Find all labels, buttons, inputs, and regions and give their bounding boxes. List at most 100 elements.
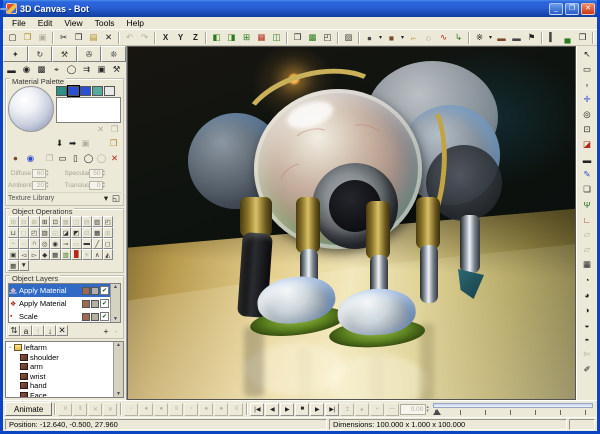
record-button[interactable]: ● bbox=[214, 403, 228, 416]
toolbar-button[interactable]: ▤ bbox=[86, 31, 101, 45]
object-operation-button[interactable]: ☀ bbox=[82, 249, 93, 260]
object-operation-button[interactable]: ⊠ bbox=[29, 216, 40, 227]
toolbar-button[interactable]: ▦ bbox=[254, 31, 269, 45]
right-tool-button[interactable]: ▬ bbox=[579, 152, 596, 167]
object-operation-button[interactable]: ⊟ bbox=[82, 227, 93, 238]
object-operation-button[interactable]: ∸ bbox=[8, 238, 19, 249]
toolbar-button[interactable]: ■ bbox=[384, 31, 399, 45]
layer-pm-button[interactable]: + bbox=[101, 326, 111, 336]
toolbar-button[interactable]: ⌐ bbox=[406, 31, 421, 45]
object-operation-button[interactable]: ◪ bbox=[61, 227, 72, 238]
material-arrow-button[interactable]: ▣ bbox=[79, 136, 92, 150]
menu-item[interactable]: Edit bbox=[32, 18, 59, 28]
right-tool-button[interactable]: ◪ bbox=[579, 137, 596, 152]
toolbar-button[interactable] bbox=[52, 32, 54, 44]
toolbar-button[interactable]: X bbox=[158, 31, 173, 45]
material-shape-button[interactable]: ✕ bbox=[108, 151, 121, 165]
tree-item[interactable]: shoulder bbox=[6, 353, 113, 363]
object-operation-button[interactable]: ◻ bbox=[19, 227, 30, 238]
toolbar-button[interactable]: ▨ bbox=[341, 31, 356, 45]
toolbar-button[interactable]: ⚑ bbox=[524, 31, 539, 45]
right-tool-button[interactable]: ◑ bbox=[579, 302, 596, 317]
right-tool-button[interactable]: ⊡ bbox=[579, 122, 596, 137]
material-shape-button[interactable]: ◯ bbox=[95, 151, 108, 165]
right-tool-button[interactable]: ↖ bbox=[579, 47, 596, 62]
toolbar-button[interactable]: ▾ bbox=[399, 31, 406, 45]
minimize-button[interactable]: _ bbox=[549, 3, 563, 15]
right-tool-button[interactable]: ▦ bbox=[579, 257, 596, 272]
record-button[interactable]: ● bbox=[154, 403, 168, 416]
object-operation-button[interactable]: ◩ bbox=[71, 227, 82, 238]
toolbar-button[interactable]: ● bbox=[362, 31, 377, 45]
right-tool-button[interactable]: ▭ bbox=[579, 62, 596, 77]
layer-swatch-1[interactable] bbox=[82, 313, 90, 321]
frame-spinner[interactable]: ▴▾ bbox=[426, 405, 429, 413]
toolbar-button[interactable]: ✕ bbox=[101, 31, 116, 45]
toolbar-button[interactable]: ◙ bbox=[596, 31, 597, 45]
toolbar-button[interactable]: ◰ bbox=[320, 31, 335, 45]
object-operation-button[interactable]: ◫ bbox=[71, 216, 82, 227]
right-tool-button[interactable]: ▫ bbox=[579, 77, 596, 92]
keyframe-button[interactable]: ✕ bbox=[88, 403, 102, 416]
extra-anim-button[interactable]: ↥ bbox=[340, 403, 354, 416]
right-tool-button[interactable]: ◎ bbox=[579, 107, 596, 122]
panel-tool-button[interactable]: ⚒ bbox=[109, 63, 124, 77]
toolbar-button[interactable] bbox=[337, 32, 339, 44]
material-swatch[interactable] bbox=[104, 86, 115, 96]
object-operation-button[interactable]: ∧ bbox=[92, 249, 103, 260]
layer-swatch-2[interactable] bbox=[91, 287, 99, 295]
extra-anim-button[interactable]: ▸ bbox=[355, 403, 369, 416]
slider-spinner[interactable]: ▴▾ bbox=[46, 169, 49, 177]
object-operation-button[interactable]: ◉ bbox=[50, 238, 61, 249]
slider-value[interactable]: 50 bbox=[89, 169, 103, 178]
object-operation-button[interactable]: ∹ bbox=[19, 238, 30, 249]
toolbar-button[interactable] bbox=[154, 32, 156, 44]
object-operation-button[interactable]: ∩ bbox=[29, 238, 40, 249]
toolbar-button[interactable]: ◫ bbox=[269, 31, 284, 45]
texture-library-expand-button[interactable]: ◱ bbox=[111, 194, 121, 204]
slider-spinner[interactable]: ▴▾ bbox=[46, 181, 49, 189]
panel-tab[interactable]: ↻ bbox=[28, 46, 53, 62]
material-arrow-button[interactable]: ➡ bbox=[66, 136, 79, 150]
material-library-button[interactable]: ❒ bbox=[106, 136, 121, 150]
panel-tool-button[interactable]: ◯ bbox=[64, 63, 79, 77]
tree-item[interactable]: − leftarm bbox=[6, 343, 113, 353]
object-operation-button[interactable]: ▦ bbox=[61, 216, 72, 227]
maximize-button[interactable]: ❐ bbox=[565, 3, 579, 15]
toolbar-button[interactable]: ❒ bbox=[290, 31, 305, 45]
toolbar-button[interactable]: ▩ bbox=[305, 31, 320, 45]
toolbar-button[interactable]: ※ bbox=[472, 31, 487, 45]
material-swatch[interactable] bbox=[56, 86, 67, 96]
layer-swatch-1[interactable] bbox=[82, 300, 90, 308]
object-operation-button[interactable]: ◻ bbox=[103, 238, 114, 249]
frame-value-field[interactable]: 0.00 bbox=[400, 404, 426, 415]
toolbar-button[interactable]: ◧ bbox=[209, 31, 224, 45]
extra-anim-button[interactable]: — bbox=[385, 403, 399, 416]
panel-tool-button[interactable]: ▩ bbox=[34, 63, 49, 77]
timeline-thumb[interactable] bbox=[433, 409, 441, 415]
material-swatch[interactable] bbox=[80, 86, 91, 96]
object-operation-button[interactable]: ▥ bbox=[92, 216, 103, 227]
playback-button[interactable]: ◀ bbox=[265, 403, 279, 416]
playback-button[interactable]: ▶| bbox=[325, 403, 339, 416]
slider-value[interactable]: 60 bbox=[32, 169, 46, 178]
material-shape-button[interactable]: ▯ bbox=[69, 151, 82, 165]
animate-button[interactable]: Animate bbox=[5, 402, 52, 416]
toolbar-button[interactable]: ◨ bbox=[224, 31, 239, 45]
object-operation-button[interactable]: ▻ bbox=[29, 249, 40, 260]
object-operation-button[interactable]: ▬ bbox=[82, 238, 93, 249]
toolbar-button[interactable] bbox=[205, 32, 207, 44]
tree-scrollbar[interactable]: ▲▼ bbox=[113, 342, 123, 397]
material-list-button[interactable]: ✕ bbox=[94, 124, 107, 135]
tree-item[interactable]: hand bbox=[6, 381, 113, 391]
right-tool-button[interactable]: ✐ bbox=[579, 362, 596, 377]
material-shape-button[interactable]: ◯ bbox=[82, 151, 95, 165]
object-operation-button[interactable]: ◆ bbox=[40, 249, 51, 260]
object-operation-button[interactable]: ▣ bbox=[8, 249, 19, 260]
record-button[interactable]: ● bbox=[139, 403, 153, 416]
playback-button[interactable]: |◀ bbox=[250, 403, 264, 416]
toolbar-button[interactable]: ∿ bbox=[436, 31, 451, 45]
slider-spinner[interactable]: ▴▾ bbox=[103, 169, 106, 177]
layer-button[interactable]: ↓ bbox=[44, 325, 56, 336]
toolbar-button[interactable]: Z bbox=[188, 31, 203, 45]
